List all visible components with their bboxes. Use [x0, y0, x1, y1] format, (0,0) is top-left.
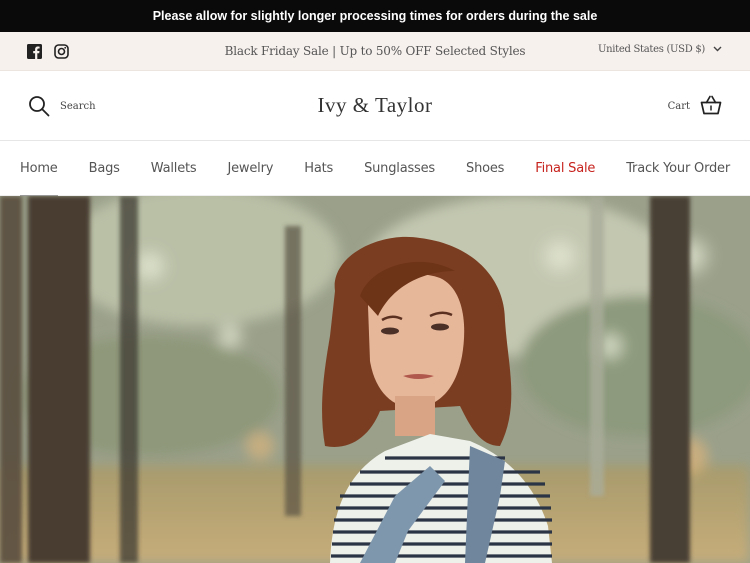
site-logo[interactable]: Ivy & Taylor: [0, 93, 750, 118]
cart-label: Cart: [667, 100, 690, 112]
currency-label: United States (USD $): [597, 44, 705, 55]
nav-item-track-order[interactable]: Track Your Order: [626, 141, 730, 196]
basket-icon: [700, 95, 722, 119]
main-nav: Home Bags Wallets Jewelry Hats Sunglasse…: [0, 141, 750, 197]
social-links: [27, 44, 69, 59]
instagram-icon[interactable]: [54, 44, 69, 59]
hero-banner[interactable]: [0, 196, 750, 563]
nav-item-home[interactable]: Home: [20, 141, 58, 197]
nav-item-jewelry[interactable]: Jewelry: [228, 141, 274, 196]
hero-image: [0, 196, 750, 563]
nav-item-shoes[interactable]: Shoes: [466, 141, 504, 196]
currency-selector[interactable]: United States (USD $): [598, 44, 722, 55]
chevron-down-icon: [713, 44, 722, 55]
nav-item-bags[interactable]: Bags: [89, 141, 120, 196]
promo-bar: Black Friday Sale | Up to 50% OFF Select…: [0, 32, 750, 71]
facebook-icon[interactable]: [27, 44, 42, 59]
nav-item-sunglasses[interactable]: Sunglasses: [364, 141, 435, 196]
nav-item-final-sale[interactable]: Final Sale: [535, 141, 595, 196]
site-header: Search Ivy & Taylor Cart: [0, 71, 750, 141]
announcement-bar: Please allow for slightly longer process…: [0, 0, 750, 32]
nav-item-wallets[interactable]: Wallets: [151, 141, 197, 196]
nav-item-hats[interactable]: Hats: [304, 141, 333, 196]
announcement-text: Please allow for slightly longer process…: [152, 9, 598, 23]
cart-button[interactable]: Cart: [668, 95, 722, 119]
